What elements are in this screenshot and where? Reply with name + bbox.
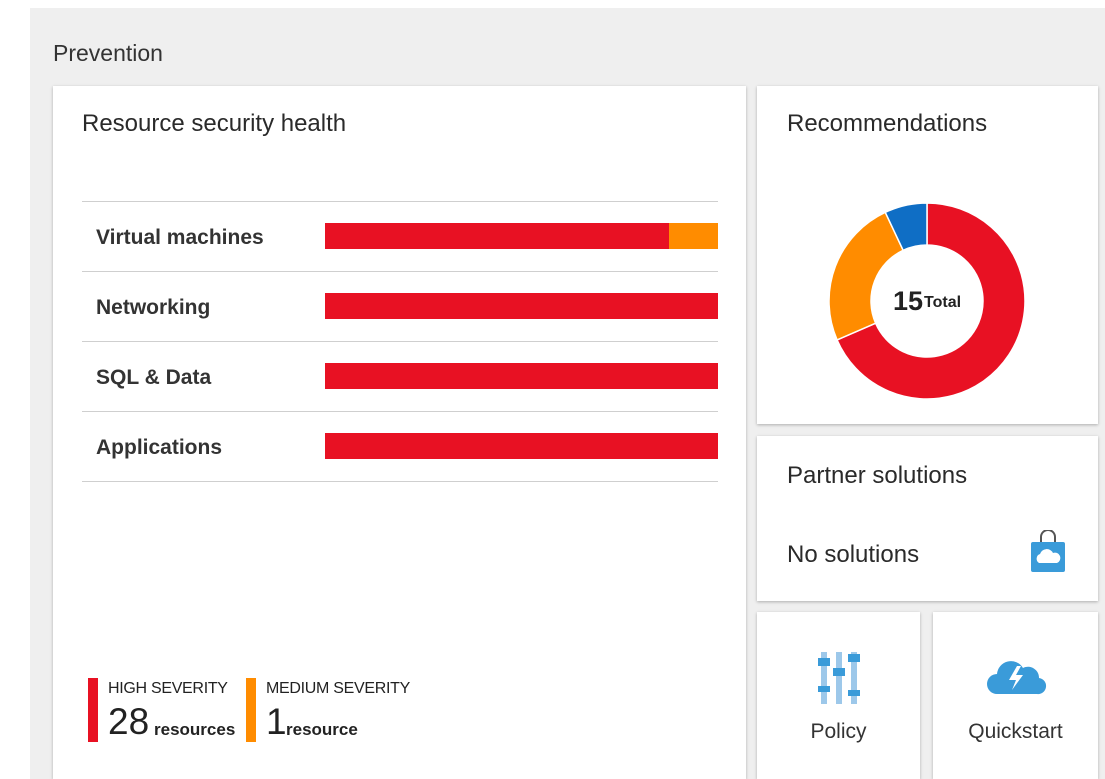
divider — [82, 411, 718, 412]
tile-title: Recommendations — [787, 110, 988, 137]
medium-severity-count: 1 — [266, 701, 287, 742]
quickstart-tile[interactable]: Quickstart — [933, 612, 1098, 779]
medium-severity-swatch — [246, 678, 256, 742]
high-severity-count: 28 — [108, 701, 150, 742]
tile-title: Resource security health — [82, 110, 347, 137]
recommendations-tile[interactable]: Recommendations 15 Total — [757, 86, 1098, 424]
cloud-lightning-icon — [986, 661, 1046, 695]
tile-title: Partner solutions — [787, 462, 968, 489]
medium-severity-unit: resource — [286, 720, 358, 739]
high-severity-segment — [325, 223, 669, 249]
row-label-applications: Applications — [96, 436, 223, 459]
row-label-networking: Networking — [96, 296, 211, 319]
donut-center: 15 Total — [827, 201, 1027, 401]
section-title: Prevention — [53, 40, 163, 66]
divider — [82, 341, 718, 342]
divider — [82, 201, 718, 202]
shopping-bag-cloud-icon — [1031, 530, 1065, 572]
policy-label: Policy — [810, 720, 867, 743]
medium-severity-caption: MEDIUM SEVERITY — [266, 680, 410, 697]
high-severity-segment — [325, 363, 718, 389]
row-label-virtual-machines: Virtual machines — [96, 226, 264, 249]
high-severity-segment — [325, 293, 718, 319]
severity-bar-networking[interactable] — [325, 293, 718, 319]
severity-bar-applications[interactable] — [325, 433, 718, 459]
high-severity-swatch — [88, 678, 98, 742]
divider — [82, 271, 718, 272]
total-label: Total — [924, 294, 962, 311]
partner-solutions-tile[interactable]: Partner solutions No solutions — [757, 436, 1098, 601]
high-severity-caption: HIGH SEVERITY — [108, 680, 228, 697]
policy-sliders-icon — [817, 652, 860, 704]
divider — [82, 481, 718, 482]
high-severity-segment — [325, 433, 718, 459]
medium-severity-segment — [668, 223, 718, 249]
severity-bar-sql-data[interactable] — [325, 363, 718, 389]
policy-tile[interactable]: Policy — [757, 612, 920, 779]
total-count: 15 — [892, 285, 923, 316]
severity-bar-virtual-machines[interactable] — [325, 223, 718, 249]
quickstart-label: Quickstart — [968, 720, 1063, 743]
row-label-sql-data: SQL & Data — [96, 366, 212, 389]
high-severity-unit: resources — [154, 720, 236, 739]
no-solutions-text: No solutions — [787, 541, 920, 568]
resource-security-health-tile[interactable]: Resource security health Virtual machine… — [53, 86, 746, 779]
